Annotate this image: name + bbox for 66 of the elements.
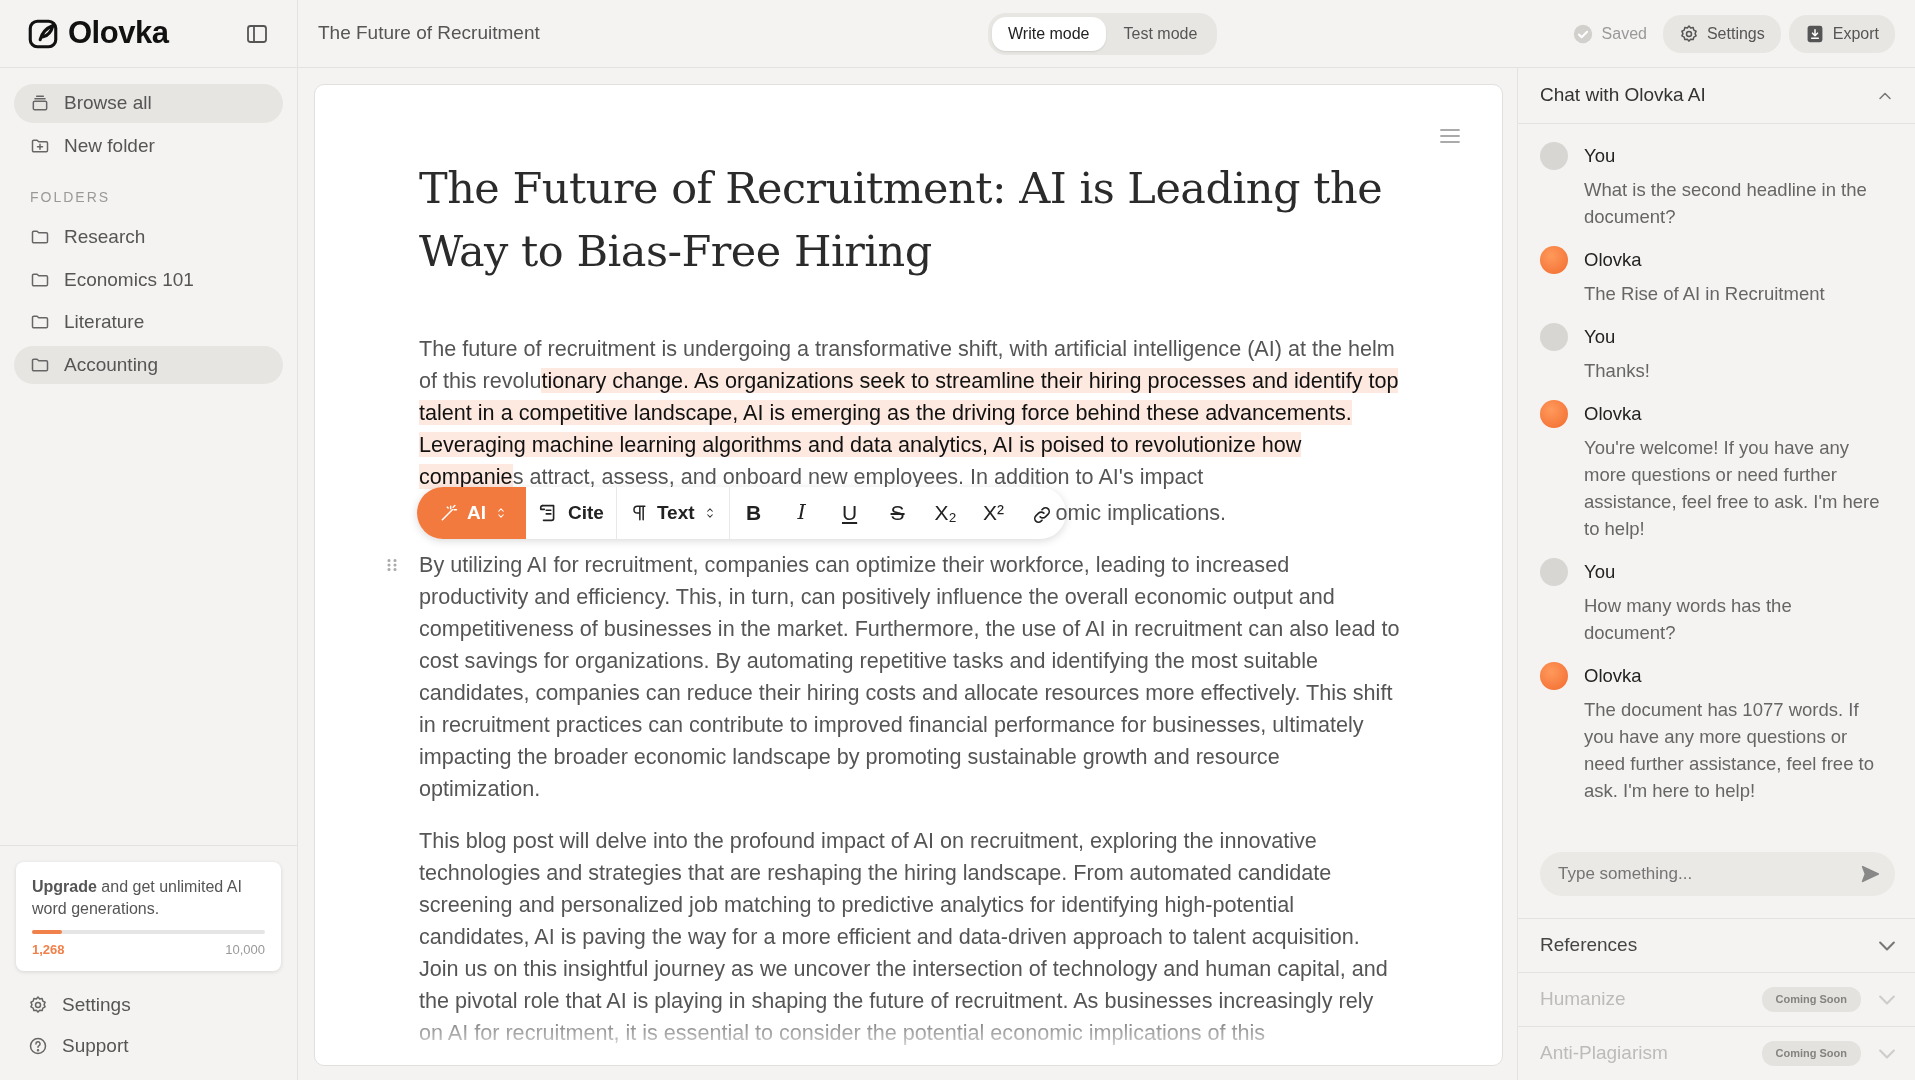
chevron-down-icon <box>1879 1048 1895 1059</box>
format-button[interactable]: S <box>873 487 922 539</box>
message-text: Thanks! <box>1584 359 1650 383</box>
user-avatar <box>1540 323 1568 351</box>
user-avatar <box>1540 558 1568 586</box>
chevron-down-icon <box>1879 940 1895 951</box>
logo-text: Olovka <box>68 14 169 53</box>
status-badge: Coming Soon <box>1761 1041 1861 1066</box>
format-button[interactable]: X² <box>969 487 1018 539</box>
panel-title: Chat with Olovka AI <box>1540 83 1706 108</box>
message-input[interactable]: Type something... <box>1540 852 1895 896</box>
assistant-avatar <box>1540 246 1568 274</box>
toolbar-button[interactable]: Settings <box>1662 14 1781 53</box>
assistant-avatar <box>1540 400 1568 428</box>
message-author: You <box>1584 560 1617 584</box>
usage-count: 1,268 <box>32 940 65 959</box>
message-text: How many words has the document? <box>1584 594 1793 645</box>
format-button[interactable]: U <box>825 487 874 539</box>
folder-item[interactable]: Literature <box>14 303 283 342</box>
help-icon <box>28 1035 48 1056</box>
message-text: The document has 1077 words. If you have any more questions or need further assistance, feel free to ask. I'm here to help! <box>1584 698 1875 803</box>
paragraph-fragment: omic implications. <box>1055 498 1226 527</box>
folder-item[interactable]: Research <box>14 218 283 257</box>
message-text: What is the second headline in the document? <box>1584 178 1868 229</box>
check-circle-icon <box>1571 22 1594 45</box>
accordion-header[interactable]: References <box>1518 918 1915 972</box>
message-author: You <box>1584 144 1617 168</box>
message-author: You <box>1584 325 1617 349</box>
paragraph: By utilizing AI for recruitment, companies can optimize their workforce, leading to increased productivity and efficiency. This, in turn, can positively influence the overall economic output and competitiveness of businesses in the market. Furthermore, the use of AI in recruitment can also lead to cost savings for organizations. By automating repetitive tasks and identifying the most suitable candidates, companies can reduce their hiring costs and allocate resources more effectively. This shift in recruitment practices can contribute to improved financial performance for businesses, ultimately impacting the broader economic landscape by promoting sustainable growth and resource optimization. <box>419 551 1401 803</box>
message-author: Olovka <box>1584 248 1643 272</box>
cite-button[interactable]: Cite <box>526 487 616 539</box>
document-heading: The Future of Recruitment: AI is Leading the Way to Bias-Free Hiring <box>419 162 1384 278</box>
user-avatar <box>1540 142 1568 170</box>
toolbar-button[interactable]: Export <box>1788 14 1895 53</box>
nav-item[interactable]: Browse all <box>14 84 283 123</box>
text-style-button[interactable]: Text <box>616 487 729 539</box>
format-button[interactable]: X₂ <box>921 487 970 539</box>
message-text: The Rise of AI in Recruitment <box>1584 282 1825 306</box>
document-title: The Future of Recruitment <box>318 21 541 46</box>
saved-status: Saved <box>1601 23 1647 44</box>
assistant-avatar <box>1540 662 1568 690</box>
section-title: Humanize <box>1540 987 1626 1012</box>
section-title: Anti-Plagiarism <box>1540 1041 1668 1066</box>
folder-item[interactable]: Accounting <box>14 345 283 384</box>
settings-icon <box>28 995 48 1016</box>
settings-icon <box>1678 23 1699 44</box>
section-heading: FOLDERS <box>29 188 112 207</box>
format-button[interactable]: B <box>729 487 778 539</box>
format-button[interactable]: I <box>777 487 826 539</box>
chevron-down-icon <box>1879 994 1895 1005</box>
status-badge: Coming Soon <box>1761 987 1861 1012</box>
section-title: References <box>1540 933 1638 958</box>
folder-item[interactable]: Economics 101 <box>14 260 283 299</box>
message-text: You're welcome! If you have any more questions or need further assistance, feel free to ask. I'm here to help! <box>1584 436 1881 541</box>
message-author: Olovka <box>1584 664 1643 688</box>
mode-tab[interactable]: Test mode <box>1107 16 1214 51</box>
send-icon <box>1859 863 1881 885</box>
message-author: Olovka <box>1584 402 1643 426</box>
footer-link[interactable]: Support <box>14 1027 283 1064</box>
nav-item[interactable]: New folder <box>14 126 283 165</box>
mode-tab[interactable]: Write mode <box>992 16 1106 51</box>
paragraph: This blog post will delve into the profound impact of AI on recruitment, exploring the innovative technologies and strategies that are reshaping the hiring landscape. From automated candidate screening and personalized job matching to predictive analytics for identifying high-potential candidates, AI is paving the way for a more efficient and data-driven approach to talent acquisition. Join us on this insightful journey as we uncover the intersection of technology and human capital, and the pivotal role that AI is playing in shaping the future of recruitment. As businesses increasingly rely on AI for recruitment, it is essential to consider the potential economic implications of this <box>419 827 1389 1047</box>
upgrade-text: Upgrade and get unlimited AI word generations. <box>32 876 243 919</box>
magic-wand-icon <box>439 503 459 523</box>
footer-link[interactable]: Settings <box>14 987 283 1024</box>
usage-limit: 10,000 <box>225 940 265 959</box>
